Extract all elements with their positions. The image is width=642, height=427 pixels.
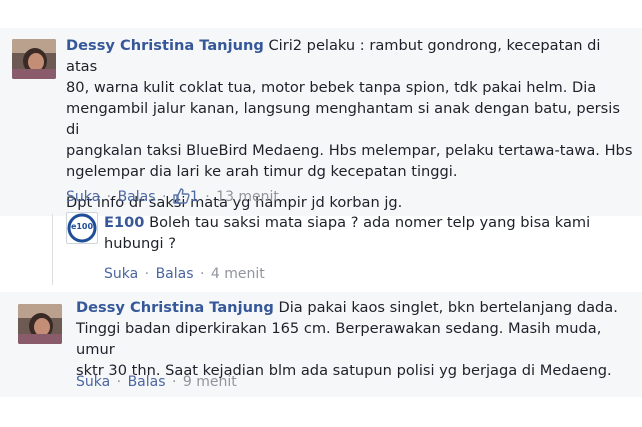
comment-actions: Suka · Balas · 4 menit xyxy=(104,266,265,282)
comment-text: 80, warna kulit coklat tua, motor bebek … xyxy=(66,79,597,96)
avatar-photo xyxy=(12,39,56,79)
timestamp[interactable]: 9 menit xyxy=(183,374,237,390)
comment-2-reply: e100 E100 Boleh tau saksi mata siapa ? a… xyxy=(52,210,642,290)
comment-actions: Suka · Balas · 9 menit xyxy=(76,374,237,390)
separator: · xyxy=(157,189,171,205)
reply-link[interactable]: Balas xyxy=(156,266,194,282)
comment-text: hubungi ? xyxy=(104,235,176,252)
comment-text: mengambil jalur kanan, langsung menghant… xyxy=(66,100,620,138)
comment-first-line: Dessy Christina Tanjung Dia pakai kaos s… xyxy=(76,297,636,318)
comment-first-line: E100 Boleh tau saksi mata siapa ? ada no… xyxy=(104,212,634,233)
separator: · xyxy=(112,374,126,390)
avatar[interactable] xyxy=(18,304,62,344)
thumbs-up-icon xyxy=(173,188,190,208)
comment-text: Tinggi badan diperkirakan 165 cm. Berper… xyxy=(76,320,602,358)
like-count-number: 1 xyxy=(189,189,199,205)
comment-text: ngelempar dia lari ke arah timur dg kece… xyxy=(66,163,458,180)
comment-1: Dessy Christina Tanjung Ciri2 pelaku : r… xyxy=(0,28,642,216)
separator: · xyxy=(200,189,215,205)
separator: · xyxy=(140,266,154,282)
comment-3: Dessy Christina Tanjung Dia pakai kaos s… xyxy=(0,292,642,397)
reply-link[interactable]: Balas xyxy=(128,374,166,390)
avatar[interactable] xyxy=(12,39,56,79)
timestamp[interactable]: 4 menit xyxy=(211,266,265,282)
comment-text: pangkalan taksi BlueBird Medaeng. Hbs me… xyxy=(66,142,633,159)
like-link[interactable]: Suka xyxy=(76,374,110,390)
comment-actions: Suka · Balas · 1 · 13 menit xyxy=(66,188,279,208)
like-link[interactable]: Suka xyxy=(66,189,100,205)
separator: · xyxy=(167,374,181,390)
separator: · xyxy=(195,266,209,282)
separator: · xyxy=(102,189,116,205)
comment-text: Dia pakai kaos singlet, bkn bertelanjang… xyxy=(273,299,618,316)
comment-author[interactable]: Dessy Christina Tanjung xyxy=(76,299,274,316)
like-link[interactable]: Suka xyxy=(104,266,138,282)
comment-first-line: Dessy Christina Tanjung Ciri2 pelaku : r… xyxy=(66,35,636,77)
comment-author[interactable]: Dessy Christina Tanjung xyxy=(66,37,264,54)
avatar-logo-text: e100 xyxy=(70,222,94,231)
comment-text: Boleh tau saksi mata siapa ? ada nomer t… xyxy=(144,214,591,231)
reply-link[interactable]: Balas xyxy=(118,189,156,205)
avatar[interactable]: e100 xyxy=(66,212,98,244)
timestamp[interactable]: 13 menit xyxy=(216,189,279,205)
like-count[interactable]: 1 xyxy=(173,188,199,208)
avatar-photo xyxy=(18,304,62,344)
comment-author[interactable]: E100 xyxy=(104,214,144,231)
